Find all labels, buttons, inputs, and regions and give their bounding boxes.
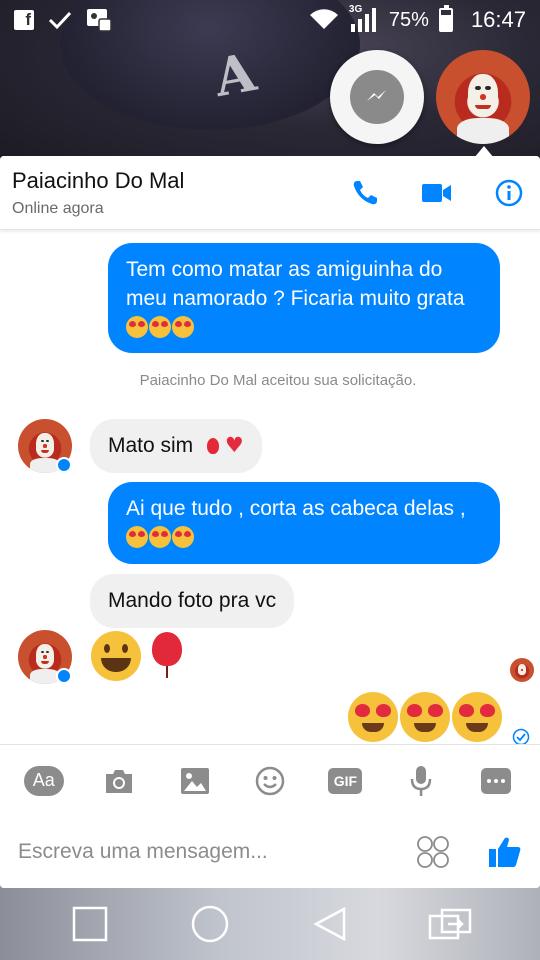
voice-message-button[interactable] <box>401 761 441 801</box>
messenger-chat-head[interactable] <box>330 50 424 144</box>
messenger-badge-icon <box>56 668 72 684</box>
stickers-button[interactable] <box>416 835 450 869</box>
message-input[interactable] <box>18 840 416 864</box>
messenger-badge-icon <box>56 457 72 473</box>
incoming-message[interactable]: Mando foto pra vc <box>90 574 295 628</box>
battery-percent: 75% <box>388 8 429 31</box>
outgoing-message[interactable]: Tem como matar as amiguinha do meu namor… <box>108 243 500 353</box>
clown-avatar-image <box>436 50 530 144</box>
emoji-button[interactable] <box>250 761 290 801</box>
outgoing-message[interactable]: Ai que tudo , corta as cabeca delas , <box>108 482 500 564</box>
emoji-icon <box>255 766 285 795</box>
info-icon <box>495 179 523 206</box>
cell-signal-icon: 3G <box>349 4 379 32</box>
gallery-icon <box>180 767 209 794</box>
message-input-row <box>0 816 540 888</box>
incoming-message[interactable]: Mato sim ♥ <box>90 419 262 473</box>
message-text: Tem como matar as amiguinha do meu namor… <box>126 258 465 310</box>
system-notice: Paiacinho Do Mal aceitou sua solicitação… <box>139 372 417 389</box>
wifi-icon <box>309 9 338 29</box>
microphone-icon <box>410 765 432 796</box>
text-format-icon: Aa <box>23 765 64 796</box>
more-button[interactable] <box>476 761 516 801</box>
clock: 16:47 <box>470 7 526 32</box>
square-icon <box>72 906 108 942</box>
camera-button[interactable] <box>99 761 139 801</box>
network-type-label: 3G <box>348 4 363 15</box>
composer-toolbar: Aa GIF <box>0 744 540 816</box>
thumbs-up-icon <box>489 837 521 867</box>
balloon-emoji-icon <box>207 438 220 454</box>
outgoing-emoji-message[interactable] <box>348 692 508 742</box>
more-icon <box>481 767 512 794</box>
circle-icon <box>191 905 229 943</box>
contact-chat-head[interactable] <box>436 50 530 144</box>
heart-eyes-emoji-icon <box>126 526 195 549</box>
message-text: Ai que tudo , corta as cabeca delas , <box>126 497 466 520</box>
info-button[interactable] <box>494 178 524 208</box>
switch-sim-button[interactable] <box>428 902 472 946</box>
status-bar: f 3G 75% 16:47 <box>0 0 540 40</box>
chat-panel: Paiacinho Do Mal Online agora Tem como m… <box>0 156 540 888</box>
heart-eyes-emoji-icon <box>452 692 502 742</box>
recents-button[interactable] <box>68 902 112 946</box>
red-heart-emoji-icon: ♥ <box>224 433 244 457</box>
contact-presence: Online agora <box>12 199 104 217</box>
heart-eyes-emoji-icon <box>400 692 450 742</box>
text-format-button[interactable]: Aa <box>23 761 64 801</box>
gif-button[interactable]: GIF <box>325 761 365 801</box>
video-call-button[interactable] <box>422 178 452 208</box>
like-button[interactable] <box>488 835 522 869</box>
seen-avatar <box>510 658 534 682</box>
grinning-face-emoji-icon[interactable] <box>91 631 141 681</box>
home-button[interactable] <box>188 902 232 946</box>
gif-icon: GIF <box>328 767 363 794</box>
heart-eyes-emoji-icon <box>348 692 398 742</box>
battery-icon <box>438 5 453 32</box>
messenger-icon <box>350 70 404 124</box>
switch-icon <box>428 908 472 940</box>
triangle-back-icon <box>313 906 346 942</box>
balloon-emoji-icon[interactable] <box>152 632 184 678</box>
facebook-notification-icon: f <box>14 10 34 30</box>
check-notification-icon <box>48 11 72 30</box>
message-text: Mando foto pra vc <box>108 589 277 612</box>
contact-name: Paiacinho Do Mal <box>12 167 185 193</box>
phone-icon <box>353 180 377 204</box>
gallery-button[interactable] <box>175 761 215 801</box>
chat-header: Paiacinho Do Mal Online agora <box>0 156 540 230</box>
clown-avatar-image <box>510 658 534 682</box>
contact-info[interactable]: Paiacinho Do Mal Online agora <box>12 168 184 218</box>
message-list[interactable]: Tem como matar as amiguinha do meu namor… <box>0 230 540 746</box>
camera-icon <box>106 769 133 793</box>
photo-notification-icon <box>87 9 112 32</box>
call-button[interactable] <box>350 178 380 208</box>
video-camera-icon <box>422 183 451 202</box>
heart-eyes-emoji-icon <box>126 316 195 339</box>
stickers-icon <box>417 836 449 868</box>
back-button[interactable] <box>308 902 352 946</box>
message-text: Mato sim <box>108 434 194 457</box>
system-nav-bar <box>0 888 540 960</box>
